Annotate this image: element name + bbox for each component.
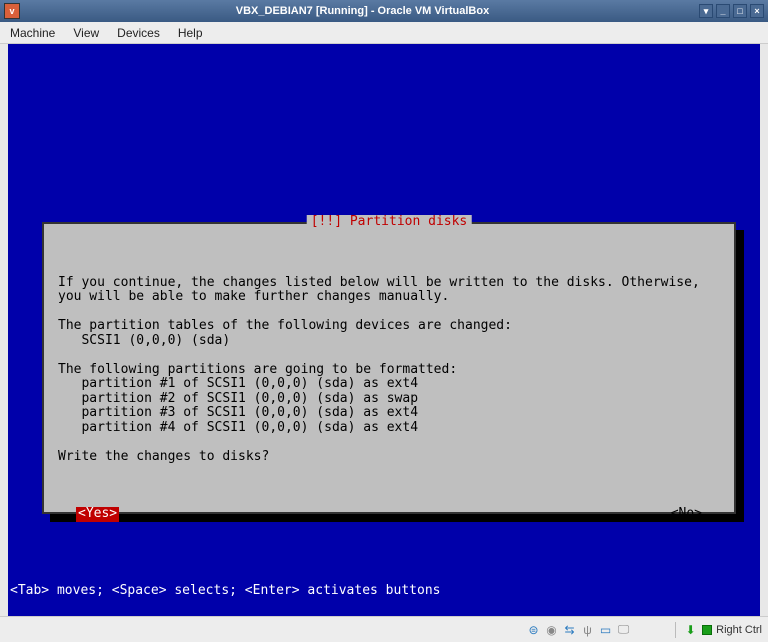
yes-option[interactable]: <Yes> xyxy=(76,507,119,522)
tables-item: SCSI1 (0,0,0) (sda) xyxy=(58,333,230,348)
network-icon[interactable]: ⇆ xyxy=(562,622,577,637)
app-icon: v xyxy=(4,3,20,19)
navigation-hint: <Tab> moves; <Space> selects; <Enter> ac… xyxy=(8,584,440,599)
close-button[interactable]: × xyxy=(750,4,764,18)
no-option[interactable]: <No> xyxy=(671,507,702,522)
dialog-body: If you continue, the changes listed belo… xyxy=(58,276,720,465)
separator xyxy=(675,622,676,638)
partition-dialog: [!!] Partition disks If you continue, th… xyxy=(42,222,736,514)
host-key-label: Right Ctrl xyxy=(716,624,762,636)
show-desktop-button[interactable]: ▾ xyxy=(699,4,713,18)
hard-disk-icon[interactable]: ⊜ xyxy=(526,622,541,637)
format-item-0: partition #1 of SCSI1 (0,0,0) (sda) as e… xyxy=(58,376,418,391)
dialog-options: <Yes> <No> xyxy=(58,507,720,522)
format-header: The following partitions are going to be… xyxy=(58,362,457,377)
vm-console[interactable]: [!!] Partition disks If you continue, th… xyxy=(8,44,760,616)
menu-machine[interactable]: Machine xyxy=(10,26,55,40)
minimize-button[interactable]: _ xyxy=(716,4,730,18)
window-controls: ▾ _ □ × xyxy=(699,4,764,18)
window-title: VBX_DEBIAN7 [Running] - Oracle VM Virtua… xyxy=(26,5,699,17)
host-key-indicator[interactable]: ⬇ Right Ctrl xyxy=(683,622,762,637)
tables-header: The partition tables of the following de… xyxy=(58,318,512,333)
menu-view[interactable]: View xyxy=(73,26,99,40)
mouse-integration-icon: ⬇ xyxy=(683,622,698,637)
format-item-3: partition #4 of SCSI1 (0,0,0) (sda) as e… xyxy=(58,420,418,435)
host-key-led-icon xyxy=(702,625,712,635)
menu-help[interactable]: Help xyxy=(178,26,203,40)
shared-folders-icon[interactable]: ▭ xyxy=(598,622,613,637)
format-item-1: partition #2 of SCSI1 (0,0,0) (sda) as s… xyxy=(58,391,418,406)
menu-devices[interactable]: Devices xyxy=(117,26,160,40)
window-titlebar: v VBX_DEBIAN7 [Running] - Oracle VM Virt… xyxy=(0,0,768,22)
optical-disk-icon[interactable]: ◉ xyxy=(544,622,559,637)
dialog-intro: If you continue, the changes listed belo… xyxy=(58,275,708,305)
usb-icon[interactable]: ψ xyxy=(580,622,595,637)
dialog-title: [!!] Partition disks xyxy=(307,215,472,230)
maximize-button[interactable]: □ xyxy=(733,4,747,18)
dialog-question: Write the changes to disks? xyxy=(58,449,269,464)
status-icons: ⊜ ◉ ⇆ ψ ▭ 🖵 xyxy=(526,622,631,637)
statusbar: ⊜ ◉ ⇆ ψ ▭ 🖵 ⬇ Right Ctrl xyxy=(0,616,768,642)
display-icon[interactable]: 🖵 xyxy=(616,622,631,637)
format-item-2: partition #3 of SCSI1 (0,0,0) (sda) as e… xyxy=(58,405,418,420)
menubar: Machine View Devices Help xyxy=(0,22,768,44)
